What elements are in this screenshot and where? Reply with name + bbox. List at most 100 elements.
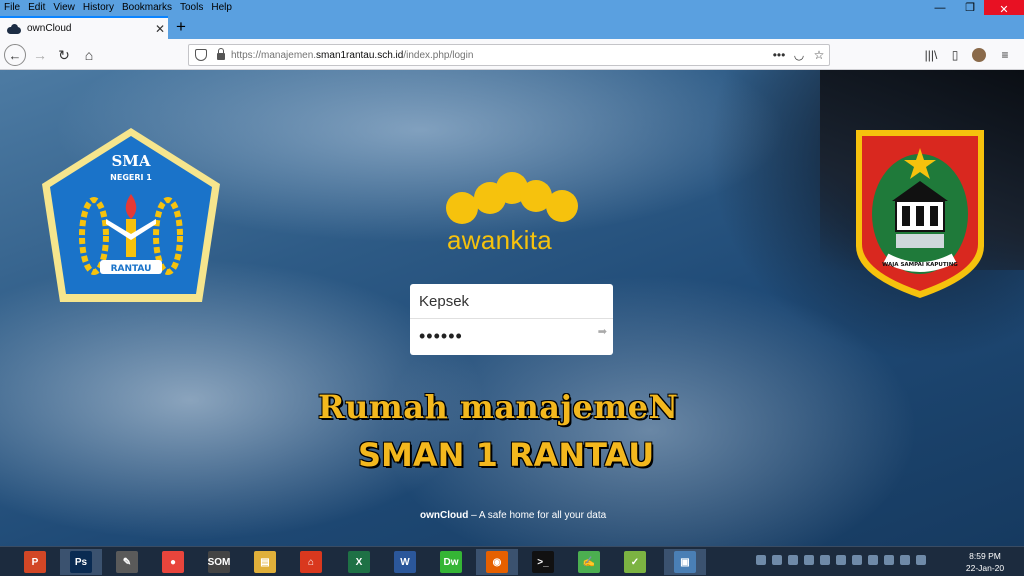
awankita-logo: awankita xyxy=(440,170,590,260)
logo-wordmark: awankita xyxy=(447,225,553,255)
clock-time: 8:59 PM xyxy=(969,551,1001,561)
menu-bookmarks[interactable]: Bookmarks xyxy=(118,0,176,15)
password-field[interactable]: •••••• ➡ xyxy=(410,319,613,354)
url-domain: sman1rantau.sch.id xyxy=(316,49,404,61)
username-field[interactable]: Kepsek xyxy=(410,284,613,319)
taskbar-app-terminal[interactable]: >_ xyxy=(522,549,564,575)
taskbar-app-excel[interactable]: X xyxy=(338,549,380,575)
login-page-background: SMA NEGERI 1 RANTAU WAJA SAMPAI KAPUTING… xyxy=(0,70,1024,546)
footer-tagline: – A safe home for all your data xyxy=(468,510,607,521)
taskbar-app-powerpoint[interactable]: P xyxy=(14,549,56,575)
sma-emblem-ribbon: RANTAU xyxy=(111,264,152,274)
bookmark-star-icon[interactable]: ☆ xyxy=(809,48,829,62)
reload-button[interactable]: ↻ xyxy=(55,44,73,66)
pocket-icon[interactable]: ◡ xyxy=(789,48,809,62)
new-tab-button[interactable]: + xyxy=(172,18,190,36)
tab-title: ownCloud xyxy=(27,23,72,34)
tray-chart-icon[interactable] xyxy=(852,555,862,565)
menu-edit[interactable]: Edit xyxy=(24,0,49,15)
tray-network-icon[interactable] xyxy=(772,555,782,565)
window-app-icon: ▣ xyxy=(674,551,696,573)
sma-emblem-title: SMA xyxy=(111,152,150,170)
footer-text: ownCloud – A safe home for all your data xyxy=(420,510,606,521)
menu-history[interactable]: History xyxy=(79,0,118,15)
taskbar-app-dreamweaver[interactable]: Dw xyxy=(430,549,472,575)
tray-update-icon[interactable] xyxy=(868,555,878,565)
excel-icon: X xyxy=(348,551,370,573)
tracking-shield-icon[interactable] xyxy=(195,49,207,61)
photoshop-icon: Ps xyxy=(70,551,92,573)
login-submit-arrow-icon[interactable]: ➡ xyxy=(598,325,608,338)
taskbar-app-file-explorer[interactable]: ▤ xyxy=(244,549,286,575)
taskbar-app-pdf-reader[interactable]: ⌂ xyxy=(290,549,332,575)
taskbar-app-photoshop[interactable]: Ps xyxy=(60,549,102,575)
chrome-icon: ● xyxy=(162,551,184,573)
regency-emblem-motto: WAJA SAMPAI KAPUTING xyxy=(882,262,958,268)
tab-strip: ownCloud ✕ + xyxy=(0,15,1024,39)
system-clock[interactable]: 8:59 PM 22-Jan-20 xyxy=(960,550,1010,574)
home-button[interactable]: ⌂ xyxy=(80,44,98,66)
taskbar-app-window-app[interactable]: ▣ xyxy=(664,549,706,575)
terminal-icon: >_ xyxy=(532,551,554,573)
taskbar-app-firefox[interactable]: ◉ xyxy=(476,549,518,575)
green-app-icon: ✓ xyxy=(624,551,646,573)
taskbar: P Ps ✎ ● SOM ▤ ⌂ X W Dw ◉ >_ ✍ ✓ ▣ 8:59 PM 22-Jan-20 xyxy=(0,546,1024,576)
owncloud-favicon-icon xyxy=(7,23,21,34)
menu-view[interactable]: View xyxy=(49,0,79,15)
pdf-reader-icon: ⌂ xyxy=(300,551,322,573)
maximize-button[interactable]: ❐ xyxy=(956,0,984,15)
tray-usb-icon[interactable] xyxy=(804,555,814,565)
tray-flag-icon[interactable] xyxy=(756,555,766,565)
file-explorer-icon: ▤ xyxy=(254,551,276,573)
word-icon: W xyxy=(394,551,416,573)
url-text[interactable]: https://manajemen.sman1rantau.sch.id/ind… xyxy=(231,50,769,61)
back-button[interactable]: ← xyxy=(4,44,26,66)
tray-signal-icon[interactable] xyxy=(916,555,926,565)
tray-bluetooth-icon[interactable] xyxy=(884,555,894,565)
pen-tool-icon: ✎ xyxy=(116,551,138,573)
hamburger-menu-icon[interactable]: ≡ xyxy=(998,48,1012,62)
logo-dot xyxy=(546,190,578,222)
taskbar-app-word[interactable]: W xyxy=(384,549,426,575)
tab-owncloud[interactable]: ownCloud ✕ xyxy=(0,16,168,39)
navigation-bar: ← → ↻ ⌂ https://manajemen.sman1rantau.sc… xyxy=(0,39,1024,70)
menu-tools[interactable]: Tools xyxy=(176,0,207,15)
sma-emblem-subtitle: NEGERI 1 xyxy=(110,173,152,182)
som-icon: SOM xyxy=(208,551,230,573)
powerpoint-icon: P xyxy=(24,551,46,573)
tray-shield-icon[interactable] xyxy=(820,555,830,565)
dreamweaver-icon: Dw xyxy=(440,551,462,573)
forward-button[interactable]: → xyxy=(30,44,50,66)
sma-negeri-1-emblem: SMA NEGERI 1 RANTAU xyxy=(42,128,220,302)
taskbar-app-notepad[interactable]: ✍ xyxy=(568,549,610,575)
taskbar-app-chrome[interactable]: ● xyxy=(152,549,194,575)
page-title-line-2: SMAN 1 RANTAU xyxy=(358,436,655,474)
taskbar-app-pen-tool[interactable]: ✎ xyxy=(106,549,148,575)
menu-help[interactable]: Help xyxy=(207,0,236,15)
taskbar-app-som[interactable]: SOM xyxy=(198,549,240,575)
library-icon[interactable]: |||\ xyxy=(924,48,938,62)
address-bar[interactable]: https://manajemen.sman1rantau.sch.id/ind… xyxy=(188,44,830,66)
regency-emblem: WAJA SAMPAI KAPUTING xyxy=(856,130,984,298)
firefox-icon: ◉ xyxy=(486,551,508,573)
taskbar-app-green-app[interactable]: ✓ xyxy=(614,549,656,575)
page-title-line-1: Rumah manajemeN xyxy=(318,388,679,426)
lock-icon[interactable] xyxy=(217,47,225,60)
url-prefix: https://manajemen. xyxy=(231,49,317,61)
page-actions-icon[interactable]: ••• xyxy=(769,48,789,62)
system-tray xyxy=(756,555,926,565)
clock-date: 22-Jan-20 xyxy=(965,563,1005,573)
minimize-button[interactable]: — xyxy=(926,0,954,15)
account-avatar-icon[interactable] xyxy=(972,48,986,62)
sidebar-icon[interactable]: ▯ xyxy=(948,48,962,62)
login-form: Kepsek •••••• ➡ xyxy=(410,284,613,355)
tray-volume-icon[interactable] xyxy=(788,555,798,565)
footer-brand-link[interactable]: ownCloud xyxy=(420,510,468,521)
close-tab-icon[interactable]: ✕ xyxy=(152,22,168,36)
password-value: •••••• xyxy=(419,326,463,346)
menu-bar: File Edit View History Bookmarks Tools H… xyxy=(0,0,1024,15)
url-path: /index.php/login xyxy=(403,49,474,61)
tray-green-icon[interactable] xyxy=(836,555,846,565)
tray-battery-icon[interactable] xyxy=(900,555,910,565)
menu-file[interactable]: File xyxy=(0,0,24,15)
